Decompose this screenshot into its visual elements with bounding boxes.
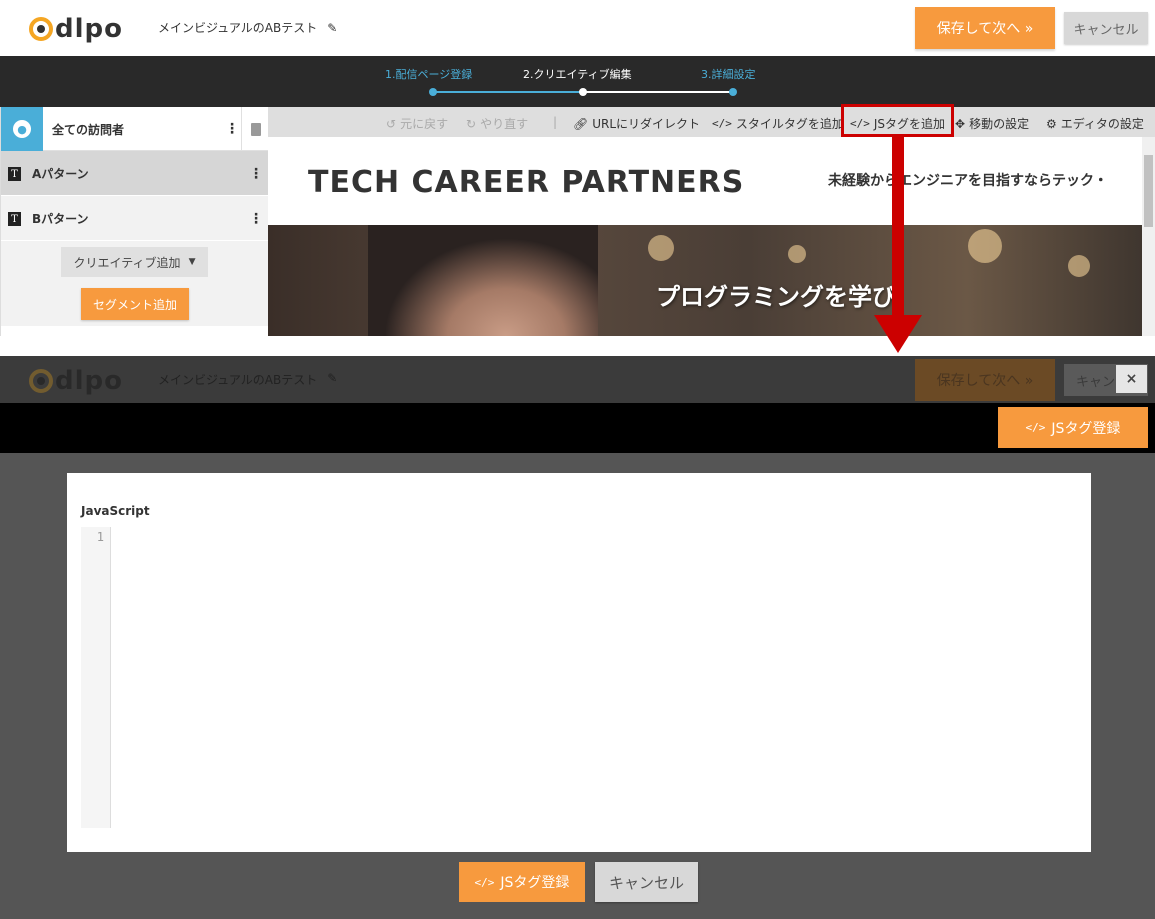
line-number: 1	[96, 530, 104, 544]
pencil-icon[interactable]: ✎	[327, 21, 337, 35]
pattern-a[interactable]: T Aパターン ⋮	[1, 151, 269, 196]
add-creative-dropdown[interactable]: クリエイティブ追加 ▼	[61, 247, 208, 277]
redo-label: やり直す	[480, 117, 529, 131]
javascript-code-input[interactable]	[112, 527, 1079, 828]
segment-all-visitors[interactable]: ● 全ての訪問者 ⋮	[1, 107, 269, 151]
logo-icon	[29, 369, 53, 393]
register-js-tag-button-top[interactable]: </> JSタグ登録	[998, 407, 1148, 448]
save-next-button[interactable]: 保存して次へ »	[915, 7, 1055, 49]
test-name-label: メインビジュアルのABテスト	[158, 21, 318, 35]
dlpo-logo: dlpo	[29, 367, 123, 395]
undo-label: 元に戻す	[400, 117, 449, 131]
step-2: 2.クリエイティブ編集	[523, 68, 632, 81]
bokeh-light	[968, 229, 1002, 263]
text-pattern-icon: T	[8, 167, 21, 181]
caret-down-icon: ▼	[188, 257, 196, 267]
editor-label: JavaScript	[81, 504, 150, 518]
step-1[interactable]: 1.配信ページ登録	[385, 66, 472, 82]
register-js-label: JSタグ登録	[1051, 420, 1121, 437]
preview-tagline[interactable]: 未経験からエンジニアを目指すならテック・	[828, 170, 1108, 190]
line-number-gutter: 1	[81, 527, 111, 828]
toolbar-separator: |	[553, 115, 558, 129]
kebab-menu-icon[interactable]: ⋮	[249, 167, 263, 181]
segment-sidebar: ● 全ての訪問者 ⋮ T Aパターン ⋮ T Bパターン ⋮ クリエイティブ追加…	[0, 107, 269, 337]
editor-toolbar: ↺ 元に戻す ↻ やり直す | 🔗︎ URLにリダイレクト </> スタイルタグ…	[268, 107, 1155, 137]
preview-hero-text[interactable]: プログラミングを学び	[656, 277, 896, 312]
register-js-label: JSタグ登録	[500, 875, 570, 891]
modal-action-bar: </> JSタグ登録	[0, 403, 1155, 453]
step-dot-3	[729, 88, 737, 96]
step-line-pending	[583, 91, 733, 93]
page-preview[interactable]: TECH CAREER PARTNERS 未経験からエンジニアを目指すならテック…	[268, 137, 1142, 336]
annotation-arrow-head	[874, 315, 922, 353]
undo-icon: ↺	[386, 116, 397, 131]
logo-icon	[29, 17, 53, 41]
test-name-label: メインビジュアルのABテスト	[158, 373, 318, 387]
logo-text: dlpo	[55, 366, 123, 396]
redirect-label: URLにリダイレクト	[592, 117, 701, 131]
code-icon: </>	[712, 117, 732, 130]
bokeh-light	[1068, 255, 1090, 277]
text-pattern-icon: T	[8, 212, 21, 226]
pencil-icon: ✎	[327, 371, 338, 385]
bokeh-light	[648, 235, 674, 261]
test-name: メインビジュアルのABテスト ✎	[158, 371, 337, 388]
undo-button[interactable]: ↺ 元に戻す	[386, 115, 448, 132]
move-settings-button[interactable]: ✥ 移動の設定	[955, 115, 1029, 132]
dimmed-header: dlpo メインビジュアルのABテスト ✎ 保存して次へ » キャン ×	[0, 356, 1155, 403]
step-dot-2	[579, 88, 587, 96]
pattern-label: Aパターン	[32, 167, 89, 181]
divider-strip	[0, 336, 1155, 356]
redo-icon: ↻	[466, 116, 477, 131]
cancel-button[interactable]: キャンセル	[1064, 12, 1148, 44]
step-line-done	[433, 91, 583, 93]
app-header: dlpo メインビジュアルのABテスト ✎ 保存して次へ » キャンセル	[0, 0, 1155, 56]
code-icon: </>	[1025, 421, 1046, 434]
pattern-b[interactable]: T Bパターン ⋮	[1, 196, 269, 241]
move-icon: ✥	[955, 116, 966, 131]
hero-person-image	[368, 225, 598, 336]
pattern-label: Bパターン	[32, 212, 89, 226]
user-icon: ●	[1, 107, 43, 151]
js-tag-modal-screen: dlpo メインビジュアルのABテスト ✎ 保存して次へ » キャン × </>…	[0, 356, 1155, 919]
register-js-tag-button[interactable]: </> JSタグ登録	[459, 862, 585, 902]
add-segment-button[interactable]: セグメント追加	[81, 288, 189, 320]
preview-scrollbar[interactable]	[1142, 137, 1155, 336]
editor-settings-button[interactable]: ⚙ エディタの設定	[1046, 115, 1144, 132]
close-modal-button[interactable]: ×	[1116, 365, 1147, 393]
kebab-menu-icon[interactable]: ⋮	[225, 122, 239, 136]
save-next-button-dimmed: 保存して次へ »	[915, 359, 1055, 401]
annotation-arrow-shaft	[892, 137, 904, 317]
redo-button[interactable]: ↻ やり直す	[466, 115, 528, 132]
test-name: メインビジュアルのABテスト ✎	[158, 19, 337, 36]
gear-icon: ⚙	[1046, 116, 1057, 131]
redirect-url-button[interactable]: 🔗︎ URLにリダイレクト	[573, 115, 700, 132]
segment-label: 全ての訪問者	[52, 123, 125, 137]
preview-brand[interactable]: TECH CAREER PARTNERS	[308, 165, 744, 200]
code-icon: </>	[474, 875, 495, 889]
preview-hero-image[interactable]: プログラミングを学び	[268, 225, 1142, 336]
logo-text: dlpo	[55, 14, 123, 44]
kebab-menu-icon[interactable]: ⋮	[249, 212, 263, 226]
move-label: 移動の設定	[969, 117, 1030, 131]
scrollbar-thumb[interactable]	[1144, 155, 1153, 227]
step-3[interactable]: 3.詳細設定	[701, 66, 756, 82]
style-tag-label: スタイルタグを追加	[735, 117, 844, 131]
list-toggle-icon[interactable]	[241, 107, 269, 151]
cancel-modal-button[interactable]: キャンセル	[595, 862, 698, 902]
editor-settings-label: エディタの設定	[1060, 117, 1144, 131]
editor-screen: dlpo メインビジュアルのABテスト ✎ 保存して次へ » キャンセル 1.配…	[0, 0, 1155, 356]
add-creative-label: クリエイティブ追加	[73, 255, 181, 270]
dlpo-logo[interactable]: dlpo	[29, 15, 123, 43]
step-progress-bar: 1.配信ページ登録 2.クリエイティブ編集 3.詳細設定	[0, 56, 1155, 107]
code-editor[interactable]: 1	[81, 527, 1079, 828]
add-style-tag-button[interactable]: </> スタイルタグを追加	[712, 115, 844, 132]
step-dot-1	[429, 88, 437, 96]
link-icon: 🔗︎	[573, 116, 589, 131]
highlight-annotation-box	[841, 104, 954, 137]
bokeh-light	[788, 245, 806, 263]
js-editor-panel: JavaScript 1	[67, 473, 1091, 852]
